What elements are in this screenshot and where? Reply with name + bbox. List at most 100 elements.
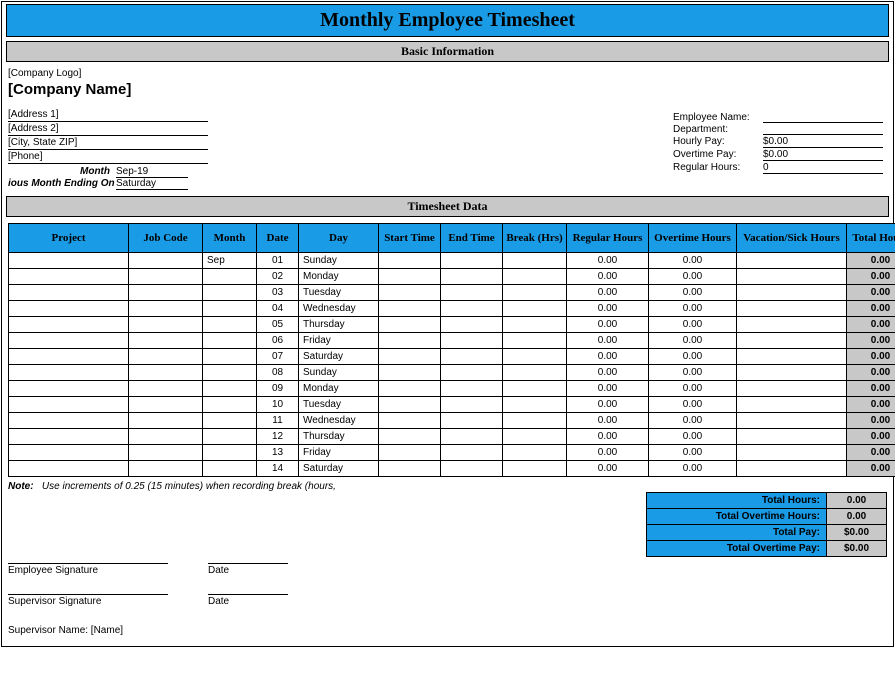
cell-job[interactable] <box>129 317 203 333</box>
cell-project[interactable] <box>9 365 129 381</box>
cell-end[interactable] <box>441 445 503 461</box>
address-1[interactable]: [Address 1] <box>8 108 208 122</box>
cell-break[interactable] <box>503 381 567 397</box>
cell-start[interactable] <box>379 397 441 413</box>
cell-vac[interactable] <box>737 349 847 365</box>
cell-vac[interactable] <box>737 365 847 381</box>
cell-project[interactable] <box>9 413 129 429</box>
cell-job[interactable] <box>129 461 203 477</box>
cell-end[interactable] <box>441 381 503 397</box>
cell-start[interactable] <box>379 285 441 301</box>
cell-job[interactable] <box>129 381 203 397</box>
cell-break[interactable] <box>503 365 567 381</box>
cell-end[interactable] <box>441 349 503 365</box>
cell-vac[interactable] <box>737 285 847 301</box>
supervisor-signature-line[interactable]: Supervisor Signature <box>8 594 168 607</box>
cell-end[interactable] <box>441 365 503 381</box>
cell-job[interactable] <box>129 285 203 301</box>
employee-name-value[interactable] <box>763 112 883 123</box>
cell-job[interactable] <box>129 301 203 317</box>
cell-end[interactable] <box>441 397 503 413</box>
cell-break[interactable] <box>503 429 567 445</box>
phone[interactable]: [Phone] <box>8 150 208 164</box>
cell-vac[interactable] <box>737 301 847 317</box>
cell-break[interactable] <box>503 461 567 477</box>
cell-start[interactable] <box>379 413 441 429</box>
cell-vac[interactable] <box>737 333 847 349</box>
cell-project[interactable] <box>9 285 129 301</box>
cell-vac[interactable] <box>737 461 847 477</box>
regular-hours-value[interactable]: 0 <box>763 162 883 174</box>
cell-break[interactable] <box>503 349 567 365</box>
cell-project[interactable] <box>9 317 129 333</box>
cell-project[interactable] <box>9 269 129 285</box>
cell-start[interactable] <box>379 269 441 285</box>
cell-job[interactable] <box>129 269 203 285</box>
cell-end[interactable] <box>441 269 503 285</box>
cell-job[interactable] <box>129 333 203 349</box>
cell-vac[interactable] <box>737 269 847 285</box>
cell-vac[interactable] <box>737 381 847 397</box>
cell-break[interactable] <box>503 269 567 285</box>
cell-break[interactable] <box>503 301 567 317</box>
cell-end[interactable] <box>441 333 503 349</box>
overtime-pay-value[interactable]: $0.00 <box>763 149 883 161</box>
cell-start[interactable] <box>379 461 441 477</box>
cell-break[interactable] <box>503 333 567 349</box>
cell-end[interactable] <box>441 301 503 317</box>
cell-vac[interactable] <box>737 413 847 429</box>
employee-signature-line[interactable]: Employee Signature <box>8 563 168 576</box>
cell-start[interactable] <box>379 317 441 333</box>
employee-signature-date[interactable]: Date <box>208 563 288 576</box>
cell-vac[interactable] <box>737 397 847 413</box>
cell-month <box>203 301 257 317</box>
cell-break[interactable] <box>503 253 567 269</box>
cell-start[interactable] <box>379 381 441 397</box>
cell-vac[interactable] <box>737 429 847 445</box>
cell-project[interactable] <box>9 381 129 397</box>
cell-project[interactable] <box>9 253 129 269</box>
cell-end[interactable] <box>441 413 503 429</box>
cell-end[interactable] <box>441 461 503 477</box>
cell-job[interactable] <box>129 397 203 413</box>
cell-project[interactable] <box>9 445 129 461</box>
cell-end[interactable] <box>441 285 503 301</box>
cell-break[interactable] <box>503 397 567 413</box>
city-state-zip[interactable]: [City, State ZIP] <box>8 136 208 150</box>
cell-start[interactable] <box>379 253 441 269</box>
cell-project[interactable] <box>9 333 129 349</box>
ending-value[interactable]: Saturday <box>116 178 188 190</box>
cell-break[interactable] <box>503 413 567 429</box>
cell-project[interactable] <box>9 429 129 445</box>
cell-project[interactable] <box>9 349 129 365</box>
cell-vac[interactable] <box>737 253 847 269</box>
department-value[interactable] <box>763 124 883 135</box>
cell-start[interactable] <box>379 429 441 445</box>
cell-vac[interactable] <box>737 445 847 461</box>
cell-vac[interactable] <box>737 317 847 333</box>
cell-break[interactable] <box>503 285 567 301</box>
hourly-pay-value[interactable]: $0.00 <box>763 136 883 148</box>
cell-job[interactable] <box>129 413 203 429</box>
address-2[interactable]: [Address 2] <box>8 122 208 136</box>
cell-project[interactable] <box>9 301 129 317</box>
cell-break[interactable] <box>503 317 567 333</box>
cell-job[interactable] <box>129 429 203 445</box>
cell-job[interactable] <box>129 445 203 461</box>
cell-start[interactable] <box>379 301 441 317</box>
cell-project[interactable] <box>9 461 129 477</box>
cell-job[interactable] <box>129 365 203 381</box>
cell-job[interactable] <box>129 349 203 365</box>
cell-end[interactable] <box>441 253 503 269</box>
cell-job[interactable] <box>129 253 203 269</box>
cell-break[interactable] <box>503 445 567 461</box>
cell-end[interactable] <box>441 429 503 445</box>
cell-start[interactable] <box>379 349 441 365</box>
month-value[interactable]: Sep-19 <box>116 166 188 178</box>
supervisor-signature-date[interactable]: Date <box>208 594 288 607</box>
cell-start[interactable] <box>379 445 441 461</box>
cell-start[interactable] <box>379 333 441 349</box>
cell-end[interactable] <box>441 317 503 333</box>
cell-project[interactable] <box>9 397 129 413</box>
cell-start[interactable] <box>379 365 441 381</box>
